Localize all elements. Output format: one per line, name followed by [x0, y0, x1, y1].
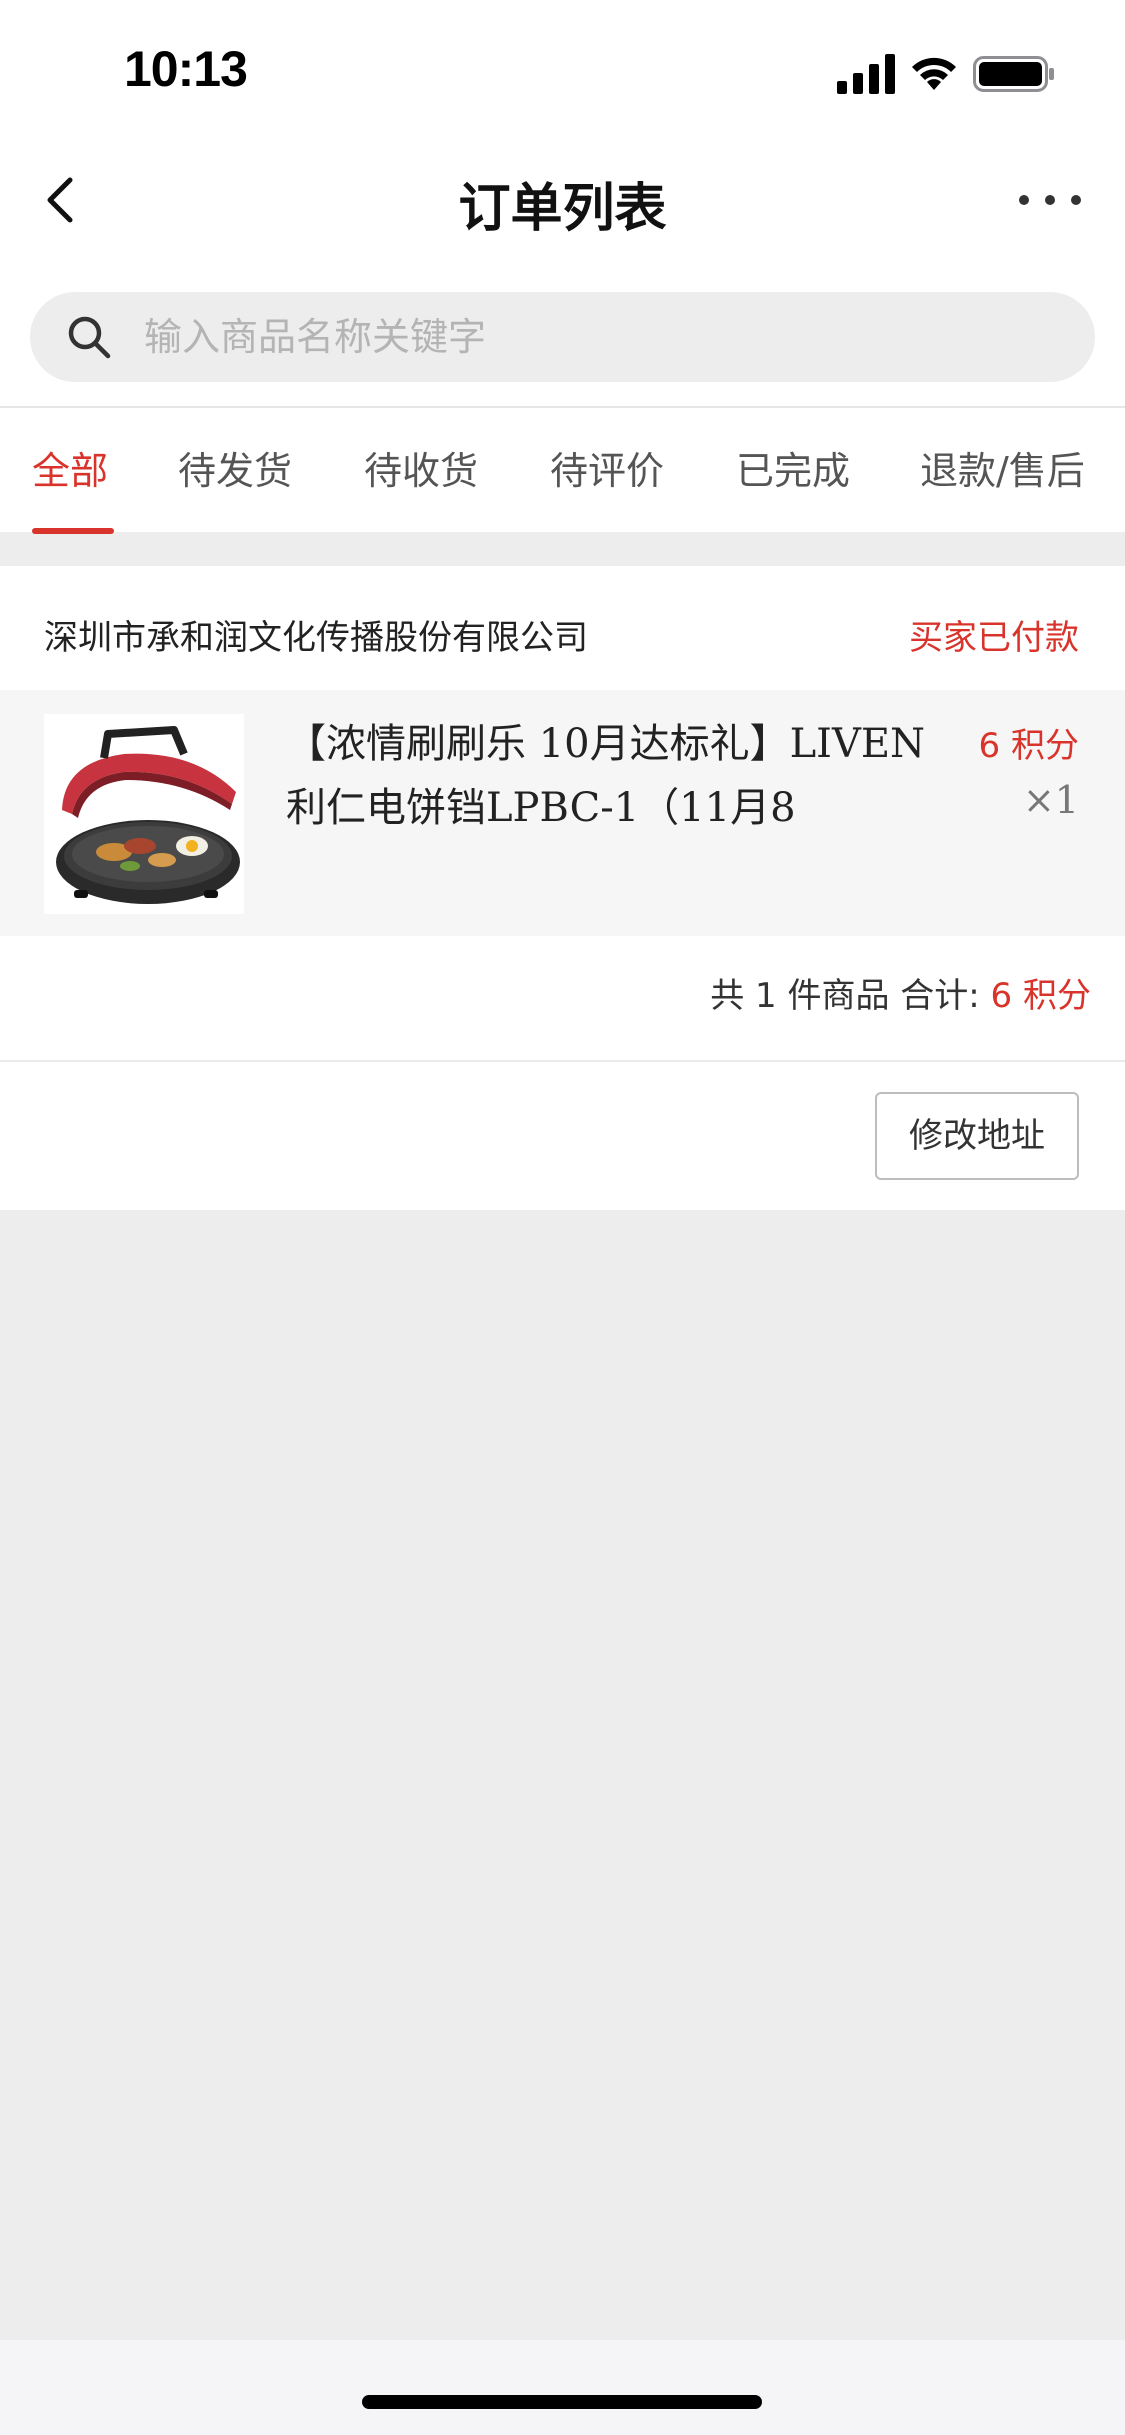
tab-to-ship[interactable]: 待发货: [178, 440, 292, 495]
goods-item[interactable]: 【浓情刷刷乐 10月达标礼】LIVEN利仁电饼铛LPBC-1（11月8 6 积分…: [0, 690, 1125, 936]
page-title: 订单列表: [458, 179, 667, 239]
product-quantity: ×1: [1022, 778, 1079, 822]
product-image[interactable]: [44, 714, 244, 914]
order-card[interactable]: 深圳市承和润文化传播股份有限公司 买家已付款 【浓情刷刷乐 10月达标礼】LIV…: [0, 566, 1125, 1210]
tab-refund-aftersale[interactable]: 退款/售后: [920, 440, 1085, 495]
search-bar: [0, 260, 1125, 406]
summary-count: 共 1 件商品 合计:: [710, 976, 980, 1016]
electric-griddle-image: [44, 714, 244, 914]
more-button[interactable]: [1015, 180, 1085, 220]
status-time: 10:13: [124, 41, 248, 97]
battery-icon: [973, 56, 1054, 92]
tab-all[interactable]: 全部: [32, 440, 108, 495]
tab-to-receive[interactable]: 待收货: [364, 440, 478, 495]
active-tab-indicator: [32, 528, 114, 534]
search-input[interactable]: [142, 292, 1042, 382]
home-indicator[interactable]: [362, 2395, 762, 2409]
search-icon: [68, 316, 111, 359]
order-summary: 共 1 件商品 合计: 6 积分: [710, 968, 1091, 1017]
product-title[interactable]: 【浓情刷刷乐 10月达标礼】LIVEN利仁电饼铛LPBC-1（11月8: [286, 712, 926, 840]
home-indicator-area: [0, 2340, 1125, 2435]
signal-icon: [837, 54, 895, 94]
order-tabs: 全部 待发货 待收货 待评价 已完成 退款/售后: [0, 406, 1125, 534]
modify-address-button[interactable]: 修改地址: [875, 1092, 1079, 1180]
search-box[interactable]: [30, 292, 1095, 382]
status-icons: [837, 52, 1055, 96]
nav-bar: 订单列表: [0, 140, 1125, 260]
tab-completed[interactable]: 已完成: [736, 440, 850, 495]
tab-to-review[interactable]: 待评价: [550, 440, 664, 495]
wifi-icon: [912, 57, 956, 90]
product-points: 6 积分: [978, 726, 1079, 766]
status-bar: 10:13: [0, 0, 1125, 140]
summary-total: 6 积分: [990, 976, 1091, 1016]
divider: [0, 1060, 1125, 1062]
order-status: 买家已付款: [909, 618, 1079, 658]
more-dots-icon: [1019, 195, 1081, 205]
shop-name[interactable]: 深圳市承和润文化传播股份有限公司: [44, 610, 588, 659]
